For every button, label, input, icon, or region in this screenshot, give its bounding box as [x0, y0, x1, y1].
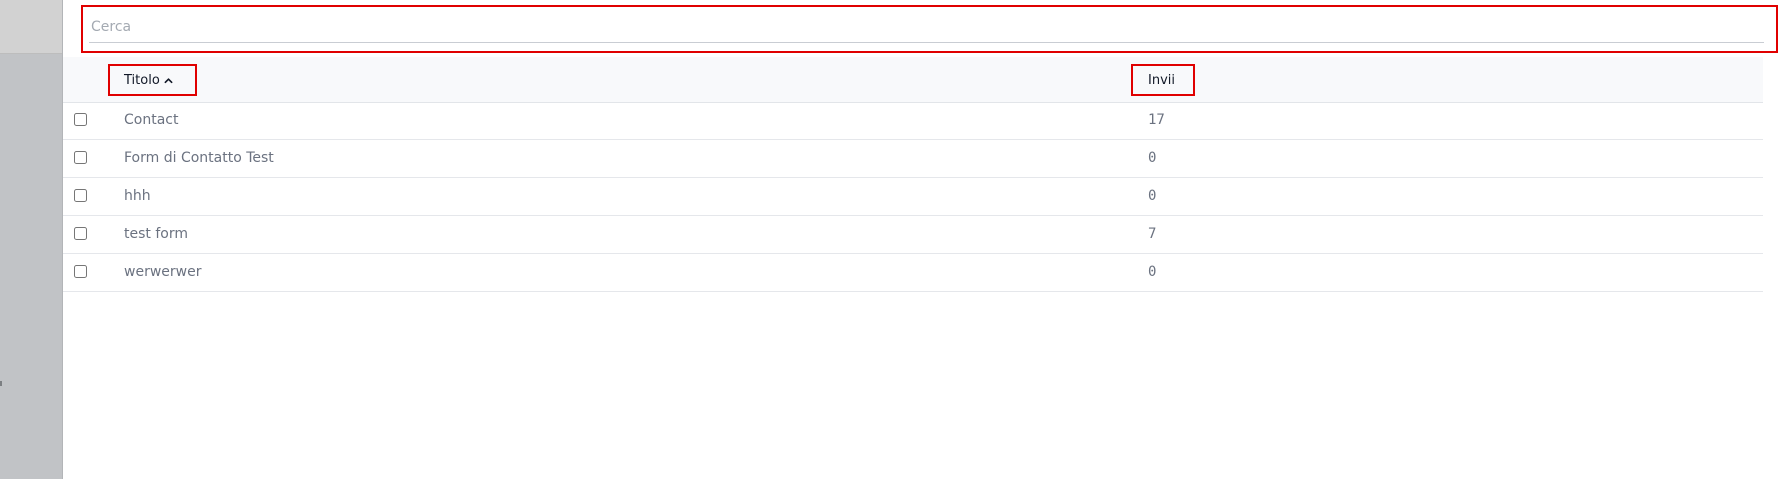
table-row[interactable]: test form 7 — [63, 216, 1763, 254]
row-title[interactable]: Form di Contatto Test — [124, 140, 274, 177]
column-header-titolo[interactable]: Titolo — [108, 64, 197, 96]
row-sends-count: 7 — [1148, 226, 1157, 242]
row-sends-count: 0 — [1148, 150, 1157, 166]
search-input[interactable] — [89, 11, 1764, 43]
search-highlight-box — [81, 5, 1778, 53]
row-checkbox[interactable] — [74, 189, 87, 202]
row-sends-count: 0 — [1148, 188, 1157, 204]
row-title[interactable]: test form — [124, 216, 188, 253]
row-title[interactable]: werwerwer — [124, 254, 201, 291]
sidebar — [0, 0, 63, 479]
row-checkbox[interactable] — [74, 151, 87, 164]
table-header: Titolo Invii — [63, 57, 1763, 103]
row-sends-count: 0 — [1148, 264, 1157, 280]
row-sends-count: 17 — [1148, 112, 1165, 128]
table-row[interactable]: werwerwer 0 — [63, 254, 1763, 292]
column-header-label: Invii — [1148, 72, 1175, 88]
sidebar-header — [0, 0, 62, 54]
row-title[interactable]: Contact — [124, 102, 178, 139]
row-checkbox[interactable] — [74, 227, 87, 240]
row-checkbox[interactable] — [74, 265, 87, 278]
table-row[interactable]: Contact 17 — [63, 102, 1763, 140]
row-checkbox[interactable] — [74, 113, 87, 126]
column-header-label: Titolo — [124, 72, 160, 88]
table-row[interactable]: Form di Contatto Test 0 — [63, 140, 1763, 178]
chevron-up-icon — [164, 77, 173, 83]
column-header-invii[interactable]: Invii — [1131, 64, 1195, 96]
sidebar-edge-mark — [0, 381, 2, 386]
table-row[interactable]: hhh 0 — [63, 178, 1763, 216]
row-title[interactable]: hhh — [124, 178, 151, 215]
